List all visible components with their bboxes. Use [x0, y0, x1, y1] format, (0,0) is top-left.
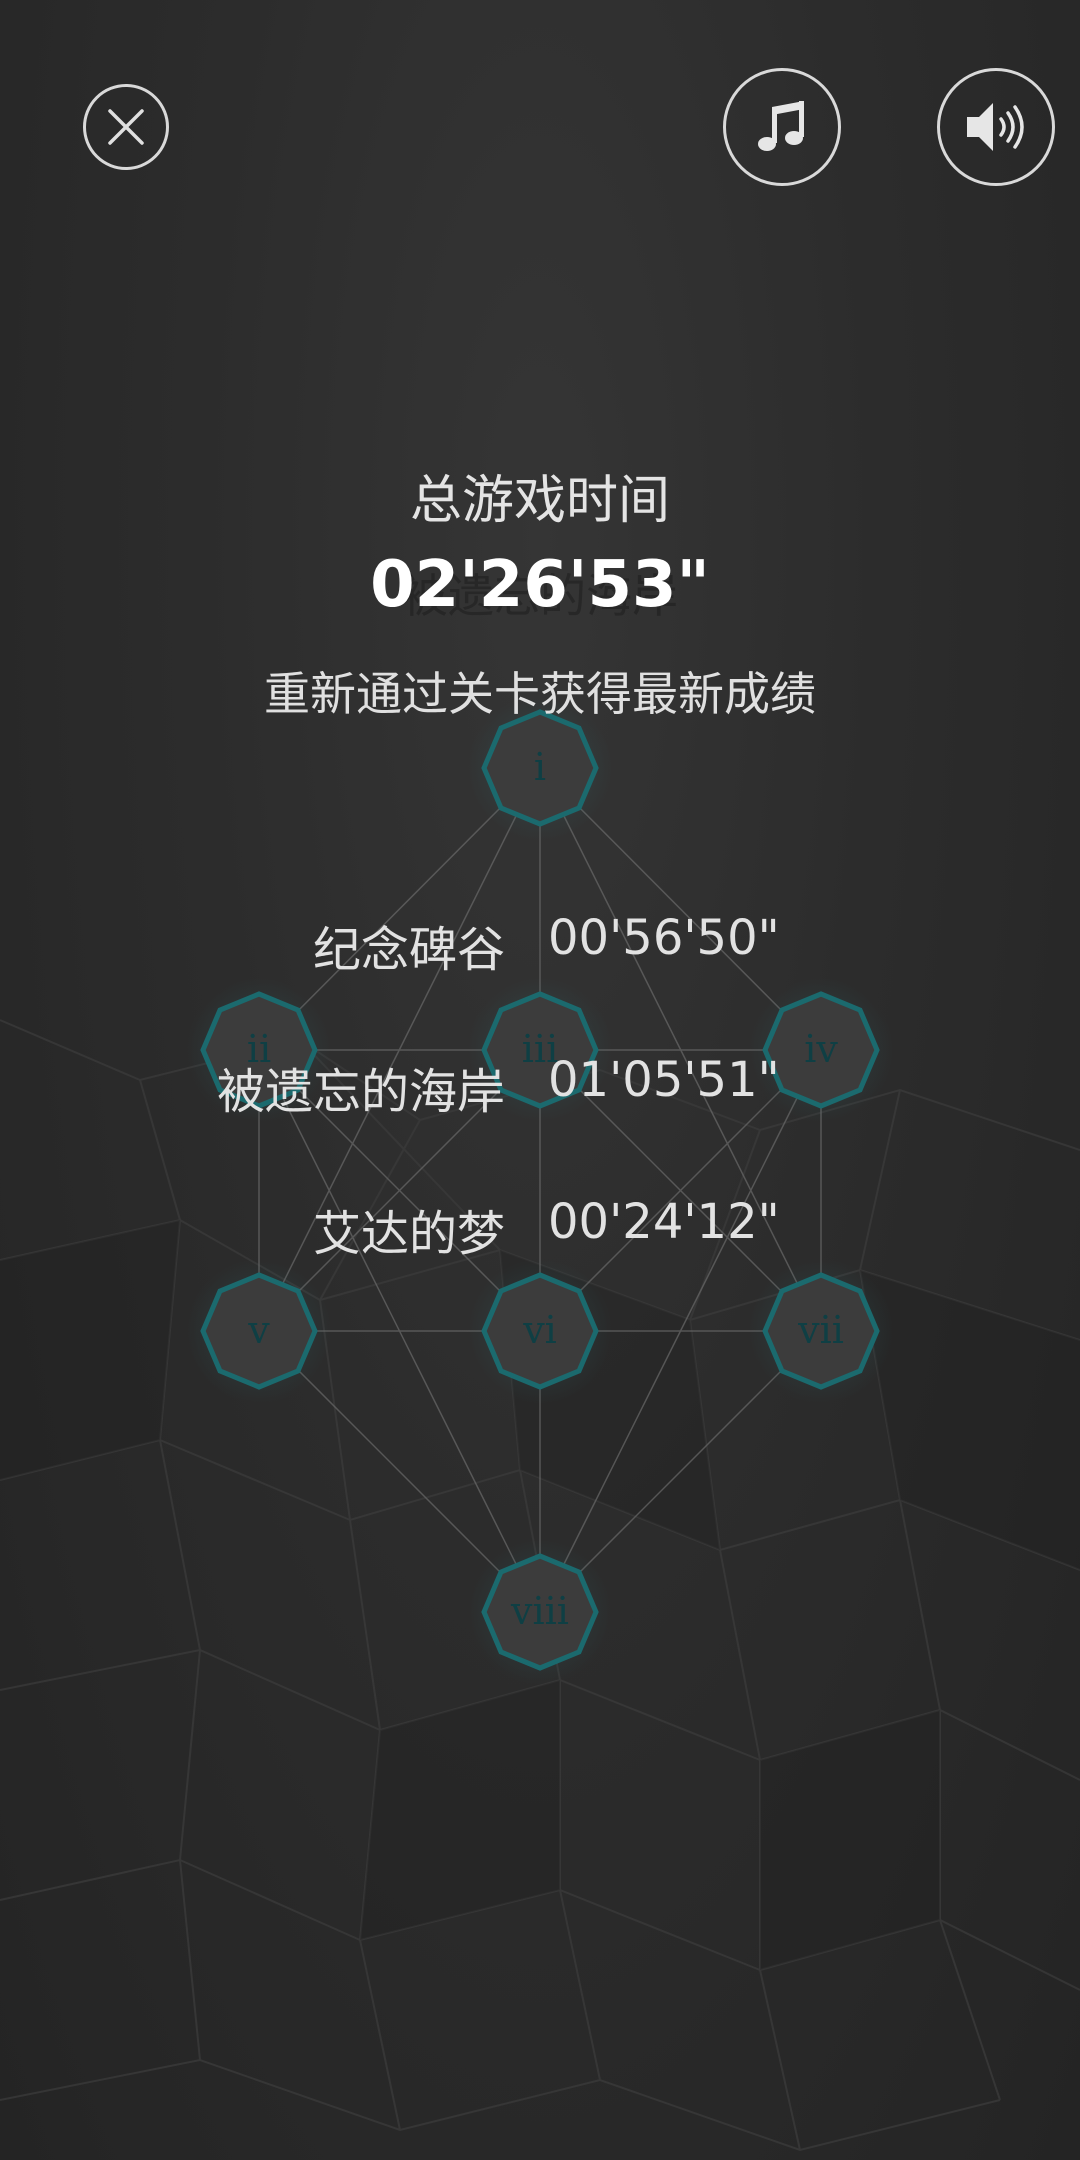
total-time-value: 02'26'53" [370, 548, 710, 622]
score-row: 纪念碑谷 00'56'50" [0, 910, 1080, 978]
score-chapter-name: 艾达的梦 [312, 1206, 505, 1262]
score-row: 被遗忘的海岸 01'05'51" [0, 1052, 1080, 1120]
score-time: 01'05'51" [548, 1052, 780, 1108]
score-time: 00'56'50" [548, 910, 780, 966]
score-overlay: 总游戏时间 被遗忘的海岸 02'26'53" 重新通过关卡获得最新成绩 纪念碑谷… [0, 0, 1080, 2160]
score-row: 艾达的梦 00'24'12" [0, 1194, 1080, 1262]
score-chapter-name: 纪念碑谷 [312, 922, 505, 978]
replay-hint: 重新通过关卡获得最新成绩 [264, 667, 816, 721]
score-time: 00'24'12" [548, 1194, 780, 1250]
score-chapter-name: 被遗忘的海岸 [216, 1064, 505, 1120]
total-time-title: 总游戏时间 [409, 471, 670, 531]
